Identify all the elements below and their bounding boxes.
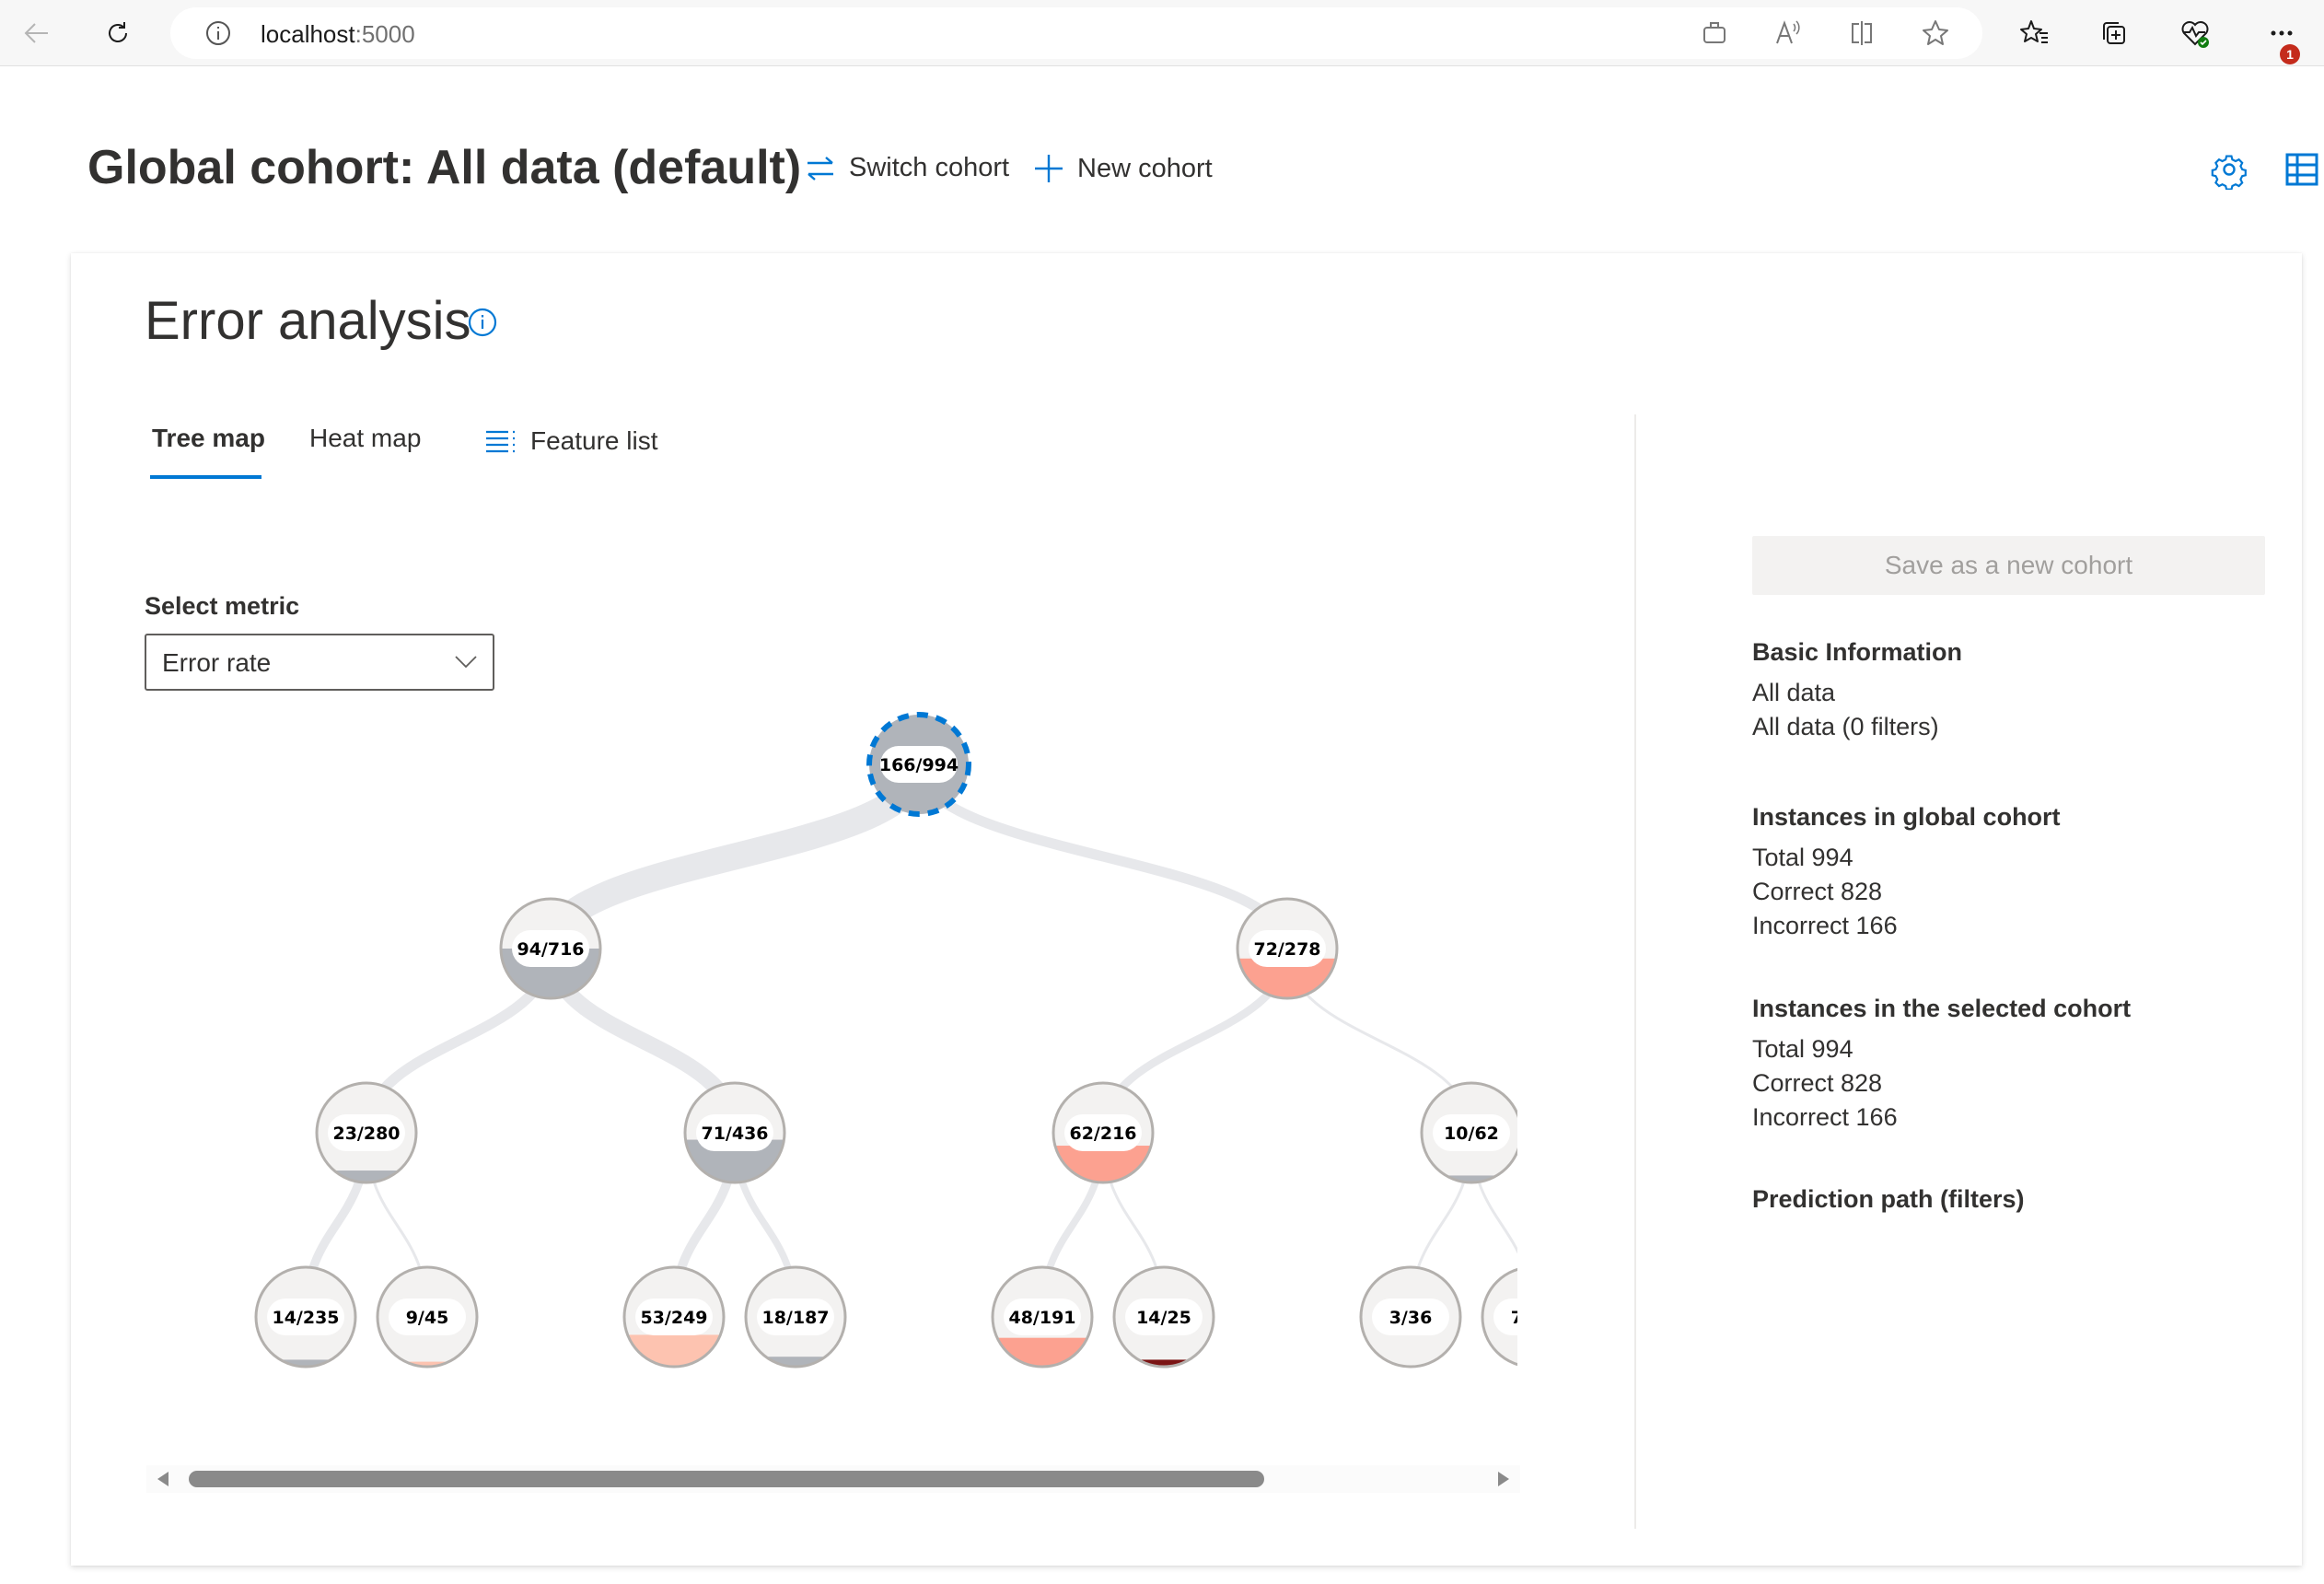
global-correct: Correct 828: [1752, 878, 1883, 905]
refresh-icon[interactable]: [98, 13, 138, 53]
work-profile-icon[interactable]: [1694, 13, 1735, 53]
node-error-fill: [317, 1171, 416, 1182]
tree-node[interactable]: 71/436: [683, 1081, 786, 1184]
node-label: 62/216: [1069, 1124, 1136, 1144]
selected-correct: Correct 828: [1752, 1069, 1883, 1097]
select-metric-label: Select metric: [145, 592, 300, 620]
metric-dropdown[interactable]: Error rate: [145, 634, 494, 691]
tree-node[interactable]: 14/235: [254, 1265, 357, 1369]
switch-cohort-button[interactable]: Switch cohort: [805, 153, 1009, 183]
node-label: 14/25: [1136, 1308, 1191, 1328]
tree-map-viewport: 166/994 94/716 72/278 23/280 71/436 62/216 10/…: [71, 695, 1517, 1404]
collections-icon[interactable]: [2094, 13, 2134, 53]
table-view-icon[interactable]: [2285, 153, 2322, 190]
selected-cohort-heading: Instances in the selected cohort: [1752, 995, 2132, 1022]
node-error-fill: [746, 1357, 845, 1367]
node-label: 7/26: [1511, 1308, 1517, 1328]
selected-incorrect: Incorrect 166: [1752, 1103, 1898, 1131]
settings-gear-icon[interactable]: [2211, 153, 2248, 191]
back-icon[interactable]: [17, 13, 57, 53]
error-analysis-card: Error analysis Tree map Heat map Feature…: [71, 253, 2302, 1566]
horizontal-scrollbar[interactable]: [146, 1465, 1520, 1493]
url-text: localhost:5000: [261, 20, 415, 49]
node-label: 10/62: [1444, 1124, 1499, 1144]
tree-node[interactable]: 10/62: [1420, 1081, 1517, 1184]
selected-cohort-section: Instances in the selected cohort Total 9…: [1752, 995, 2131, 1135]
feature-list-button[interactable]: Feature list: [486, 426, 658, 456]
error-analysis-title: Error analysis: [145, 291, 471, 351]
node-error-fill: [1053, 1146, 1153, 1182]
tree-edge: [913, 763, 1293, 949]
browser-toolbar: localhost:5000 1: [0, 0, 2324, 66]
node-label: 18/187: [761, 1308, 829, 1328]
chevron-down-icon: [455, 656, 477, 669]
site-info-icon[interactable]: [198, 13, 238, 53]
new-cohort-label: New cohort: [1077, 153, 1213, 183]
url-host: localhost: [261, 20, 355, 48]
tree-node[interactable]: 3/36: [1359, 1265, 1462, 1369]
node-label: 9/45: [406, 1308, 449, 1328]
scroll-left-arrow-icon[interactable]: [157, 1472, 168, 1486]
address-bar[interactable]: localhost:5000: [170, 7, 1982, 59]
read-aloud-icon[interactable]: [1768, 13, 1808, 53]
node-label: 23/280: [332, 1124, 400, 1144]
tab-heat-map[interactable]: Heat map: [309, 424, 421, 453]
node-label: 71/436: [701, 1124, 768, 1144]
tree-node[interactable]: 23/280: [315, 1081, 418, 1184]
scrollbar-thumb[interactable]: [189, 1471, 1264, 1487]
active-tab-indicator: [150, 475, 261, 479]
feature-list-label: Feature list: [530, 426, 658, 455]
node-label: 166/994: [879, 755, 959, 775]
node-label: 14/235: [272, 1308, 339, 1328]
split-screen-icon[interactable]: [1842, 13, 1882, 53]
url-port: :5000: [354, 20, 415, 48]
panel-divider: [1634, 414, 1636, 1529]
tree-node[interactable]: 7/26: [1481, 1267, 1517, 1367]
prediction-path-section: Prediction path (filters): [1752, 1185, 2025, 1223]
prediction-path-heading: Prediction path (filters): [1752, 1185, 2025, 1213]
node-label: 72/278: [1253, 939, 1320, 960]
metric-dropdown-value: Error rate: [162, 648, 272, 677]
tree-node[interactable]: 14/25: [1112, 1265, 1215, 1369]
basic-information-section: Basic Information All data All data (0 f…: [1752, 638, 1962, 744]
scroll-right-arrow-icon[interactable]: [1498, 1472, 1509, 1486]
basic-info-line: All data (0 filters): [1752, 713, 1939, 740]
global-cohort-section: Instances in global cohort Total 994 Cor…: [1752, 803, 2061, 943]
basic-info-line: All data: [1752, 679, 1836, 706]
favorite-star-icon[interactable]: [1915, 13, 1956, 53]
favorites-icon[interactable]: [2015, 13, 2055, 53]
tab-tree-map[interactable]: Tree map: [152, 424, 265, 453]
node-label: 3/36: [1389, 1308, 1433, 1328]
tree-node[interactable]: 9/45: [376, 1265, 479, 1369]
page-title: Global cohort: All data (default): [87, 141, 802, 194]
global-total: Total 994: [1752, 844, 1853, 871]
node-label: 48/191: [1008, 1308, 1075, 1328]
info-icon[interactable]: [467, 307, 498, 338]
tree-node[interactable]: 166/994: [866, 712, 971, 817]
tree-node[interactable]: 62/216: [1052, 1081, 1155, 1184]
update-badge: 1: [2280, 44, 2300, 64]
tree-node[interactable]: 48/191: [991, 1265, 1094, 1369]
basic-information-heading: Basic Information: [1752, 638, 1963, 666]
node-label: 53/249: [640, 1308, 707, 1328]
tree-node[interactable]: 18/187: [744, 1265, 847, 1369]
plus-icon: [1035, 155, 1063, 182]
list-icon: [486, 430, 515, 453]
tree-node[interactable]: 94/716: [499, 897, 602, 1000]
selected-total: Total 994: [1752, 1035, 1853, 1063]
tree-node[interactable]: 72/278: [1236, 897, 1339, 1000]
browser-essentials-icon[interactable]: [2175, 13, 2215, 53]
tree-node[interactable]: 53/249: [622, 1265, 726, 1369]
global-cohort-heading: Instances in global cohort: [1752, 803, 2061, 831]
save-as-new-cohort-button[interactable]: Save as a new cohort: [1752, 536, 2265, 595]
tree-edge: [537, 762, 933, 951]
switch-cohort-label: Switch cohort: [849, 153, 1010, 182]
more-menu-icon[interactable]: 1: [2256, 13, 2311, 64]
new-cohort-button[interactable]: New cohort: [1033, 153, 1213, 184]
global-incorrect: Incorrect 166: [1752, 912, 1898, 939]
node-label: 94/716: [517, 939, 584, 960]
switch-arrows-icon: [808, 156, 833, 181]
tree-map: 166/994 94/716 72/278 23/280 71/436 62/216 10/…: [254, 712, 1517, 1369]
